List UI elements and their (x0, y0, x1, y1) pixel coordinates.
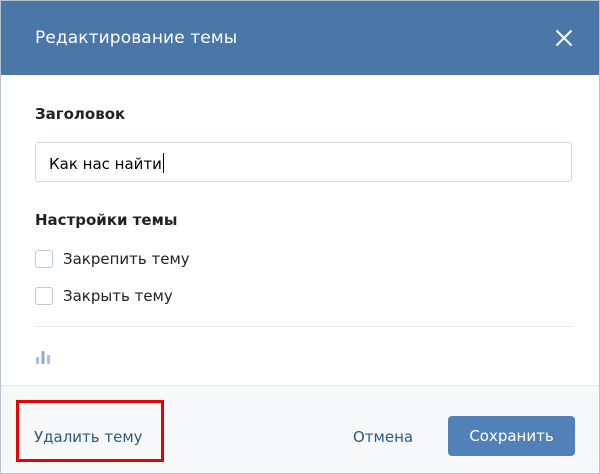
edit-topic-dialog: Редактирование темы Заголовок Как нас на… (0, 0, 600, 474)
topic-title-input[interactable]: Как нас найти (35, 142, 572, 182)
cancel-button[interactable]: Отмена (353, 428, 413, 446)
close-icon[interactable] (550, 24, 578, 52)
text-caret (162, 153, 164, 173)
pin-topic-checkbox[interactable] (35, 250, 53, 268)
topic-title-text: Как нас найти (49, 155, 162, 173)
title-field-label: Заголовок (35, 105, 126, 123)
close-topic-checkbox[interactable] (35, 287, 53, 305)
poll-chart-icon[interactable] (34, 348, 52, 366)
dialog-title: Редактирование темы (35, 28, 238, 48)
pin-topic-label: Закрепить тему (63, 250, 190, 268)
divider (35, 326, 572, 327)
delete-topic-link[interactable]: Удалить тему (34, 428, 143, 446)
close-topic-label: Закрыть тему (63, 287, 173, 305)
topic-title-input-value: Как нас найти (49, 153, 164, 173)
topic-settings-label: Настройки темы (35, 211, 178, 229)
save-button[interactable]: Сохранить (448, 416, 575, 456)
dialog-header: Редактирование темы (1, 1, 599, 75)
